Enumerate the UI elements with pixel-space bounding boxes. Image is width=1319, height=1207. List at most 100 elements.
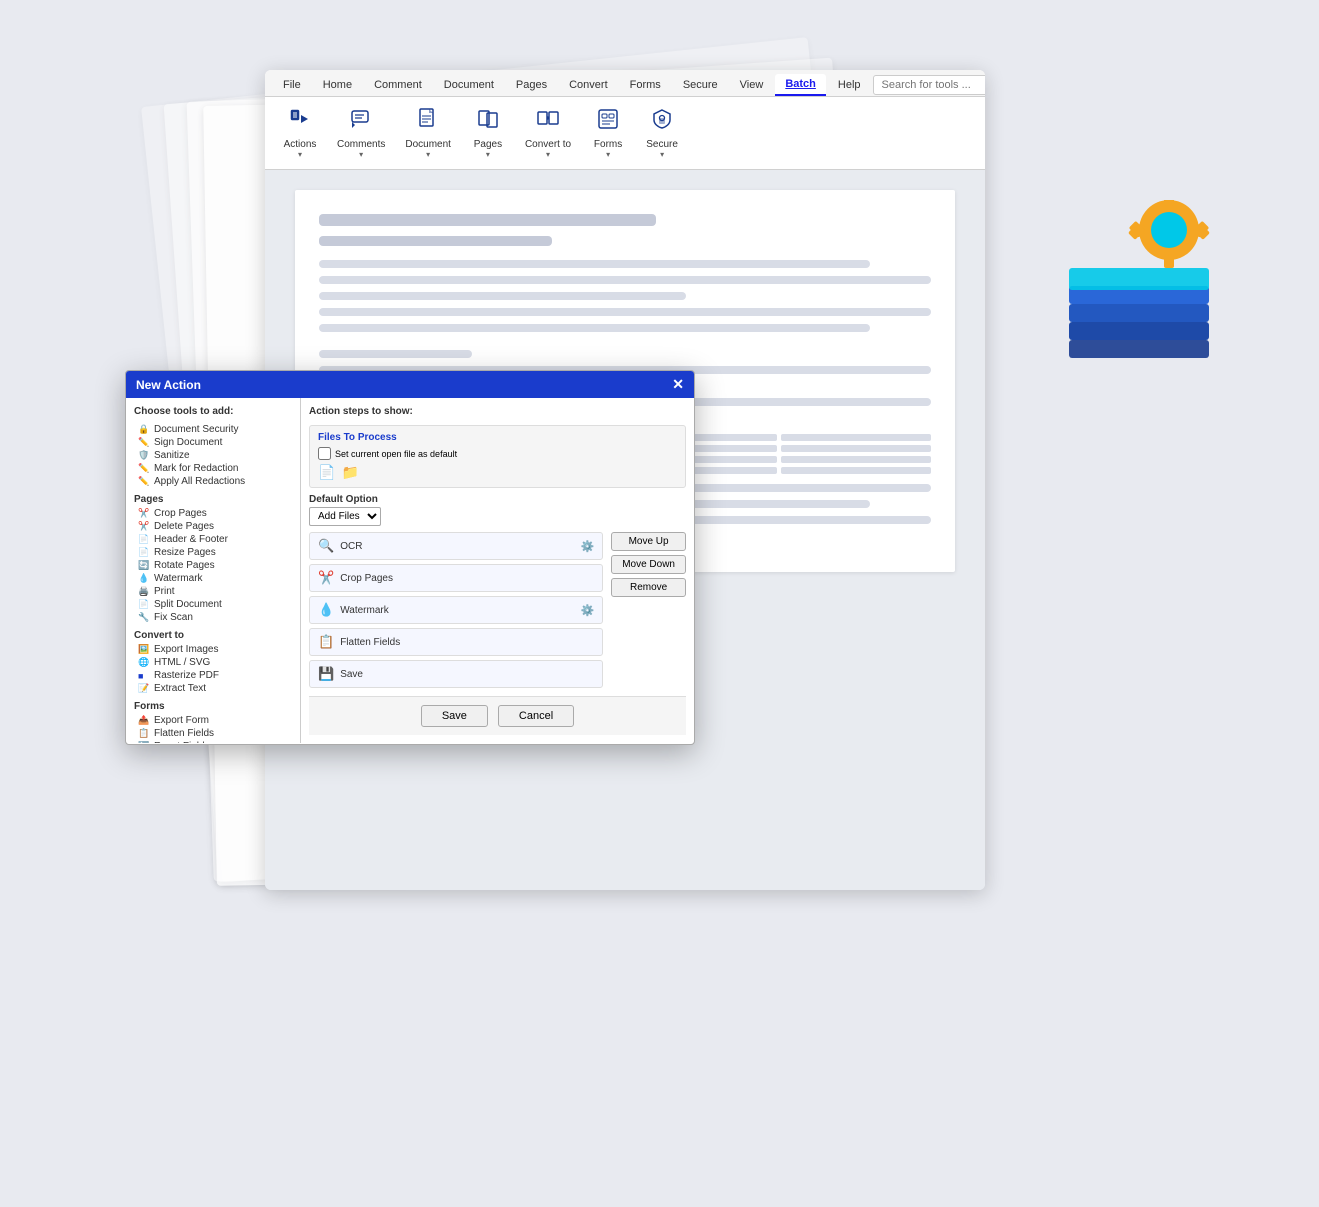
move-down-button[interactable]: Move Down [611, 555, 686, 574]
tool-item-reset-fields[interactable]: 🔄 Reset Fields [134, 740, 292, 743]
doc-line-6 [319, 350, 472, 358]
html-svg-icon: 🌐 [138, 657, 150, 668]
remove-button[interactable]: Remove [611, 578, 686, 597]
tab-forms[interactable]: Forms [620, 75, 671, 95]
tab-pages[interactable]: Pages [506, 75, 557, 95]
tab-convert[interactable]: Convert [559, 75, 618, 95]
tool-document[interactable]: Document ▾ [397, 103, 459, 163]
tab-comment[interactable]: Comment [364, 75, 432, 95]
move-up-button[interactable]: Move Up [611, 532, 686, 551]
tool-item-rotate-pages[interactable]: 🔄 Rotate Pages [134, 559, 292, 572]
tool-item-delete-pages[interactable]: ✂️ Delete Pages [134, 520, 292, 533]
tool-actions[interactable]: Actions ▾ [275, 103, 325, 163]
rotate-pages-icon: 🔄 [138, 560, 150, 571]
category-forms: Forms [134, 701, 292, 712]
action-step-watermark[interactable]: 💧 Watermark ⚙️ [309, 596, 603, 624]
extract-text-icon: 📝 [138, 683, 150, 694]
tool-item-extract-text[interactable]: 📝 Extract Text [134, 682, 292, 695]
tab-secure[interactable]: Secure [673, 75, 728, 95]
convert-chevron: ▾ [546, 150, 550, 159]
ocr-label: OCR [340, 541, 574, 552]
dialog-cancel-button[interactable]: Cancel [498, 705, 574, 727]
sign-doc-icon: ✏️ [138, 437, 150, 448]
forms-label: Forms [594, 139, 622, 150]
set-current-file-checkbox[interactable] [318, 447, 331, 460]
doc-line-4 [319, 308, 931, 316]
tool-item-fix-scan[interactable]: 🔧 Fix Scan [134, 611, 292, 624]
steps-list: 🔍 OCR ⚙️ ✂️ Crop Pages 💧 Watermark ⚙️ [309, 532, 603, 696]
save-step-label: Save [340, 669, 594, 680]
action-step-flatten-fields[interactable]: 📋 Flatten Fields [309, 628, 603, 656]
forms-icon [596, 107, 620, 137]
pages-chevron: ▾ [486, 150, 490, 159]
sanitize-icon: 🛡️ [138, 450, 150, 461]
flatten-step-label: Flatten Fields [340, 637, 594, 648]
action-step-crop-pages[interactable]: ✂️ Crop Pages [309, 564, 603, 592]
tool-item-print[interactable]: 🖨️ Print [134, 585, 292, 598]
resize-pages-icon: 📄 [138, 547, 150, 558]
pages-icon [476, 107, 500, 137]
default-option-select[interactable]: Add Files [309, 507, 381, 526]
ribbon: File Home Comment Document Pages Convert… [265, 70, 985, 170]
set-current-file-row: Set current open file as default [318, 447, 677, 460]
secure-icon [650, 107, 674, 137]
doc-security-icon: 🔒 [138, 424, 150, 435]
tab-help[interactable]: Help [828, 75, 871, 95]
tool-item-header-footer[interactable]: 📄 Header & Footer [134, 533, 292, 546]
tab-batch[interactable]: Batch [775, 74, 826, 96]
tab-home[interactable]: Home [313, 75, 362, 95]
comments-label: Comments [337, 139, 385, 150]
tool-convert-to[interactable]: Convert to ▾ [517, 103, 579, 163]
actions-chevron: ▾ [298, 150, 302, 159]
tool-item-flatten-fields[interactable]: 📋 Flatten Fields [134, 727, 292, 740]
actions-icon [288, 107, 312, 137]
tool-item-export-form[interactable]: 📤 Export Form [134, 714, 292, 727]
dialog-save-button[interactable]: Save [421, 705, 488, 727]
default-option-container: Default Option Add Files [309, 494, 686, 526]
print-icon: 🖨️ [138, 586, 150, 597]
dialog-title: New Action [136, 378, 201, 392]
tool-item-resize-pages[interactable]: 📄 Resize Pages [134, 546, 292, 559]
document-icon [416, 107, 440, 137]
tool-pages[interactable]: Pages ▾ [463, 103, 513, 163]
tool-secure[interactable]: Secure ▾ [637, 103, 687, 163]
action-step-save[interactable]: 💾 Save [309, 660, 603, 688]
crop-pages-icon: ✂️ [138, 508, 150, 519]
dialog-title-bar: New Action ✕ [126, 371, 694, 398]
tool-item-export-images[interactable]: 🖼️ Export Images [134, 643, 292, 656]
document-chevron: ▾ [426, 150, 430, 159]
tab-view[interactable]: View [730, 75, 774, 95]
ribbon-search-input[interactable] [873, 75, 985, 95]
tool-item-crop-pages[interactable]: ✂️ Crop Pages [134, 507, 292, 520]
tool-item-html-svg[interactable]: 🌐 HTML / SVG [134, 656, 292, 669]
tool-forms[interactable]: Forms ▾ [583, 103, 633, 163]
watermark-step-icon: 💧 [318, 602, 334, 618]
tab-file[interactable]: File [273, 75, 311, 95]
tool-item-doc-security[interactable]: 🔒 Document Security [134, 423, 292, 436]
tool-item-sign-doc[interactable]: ✏️ Sign Document [134, 436, 292, 449]
tool-item-watermark[interactable]: 💧 Watermark [134, 572, 292, 585]
reset-fields-icon: 🔄 [138, 741, 150, 743]
watermark-gear-icon: ⚙️ [580, 604, 594, 617]
tools-panel: Choose tools to add: 🔒 Document Security… [126, 398, 301, 743]
comments-chevron: ▾ [359, 150, 363, 159]
tool-item-apply-redactions[interactable]: ✏️ Apply All Redactions [134, 475, 292, 488]
tool-item-split-document[interactable]: 📄 Split Document [134, 598, 292, 611]
tool-item-rasterize-pdf[interactable]: ■ Rasterize PDF [134, 669, 292, 682]
tool-item-mark-redaction[interactable]: ✏️ Mark for Redaction [134, 462, 292, 475]
pages-label: Pages [474, 139, 502, 150]
steps-panel: Action steps to show: Files To Process S… [301, 398, 694, 743]
set-current-file-label: Set current open file as default [335, 449, 457, 459]
category-pages: Pages [134, 494, 292, 505]
watermark-step-label: Watermark [340, 605, 574, 616]
doc-line-subtitle [319, 236, 552, 246]
tool-comments[interactable]: Comments ▾ [329, 103, 393, 163]
tab-document[interactable]: Document [434, 75, 504, 95]
action-step-ocr[interactable]: 🔍 OCR ⚙️ [309, 532, 603, 560]
tool-item-sanitize[interactable]: 🛡️ Sanitize [134, 449, 292, 462]
export-images-icon: 🖼️ [138, 644, 150, 655]
dialog-close-button[interactable]: ✕ [672, 376, 684, 393]
rasterize-pdf-icon: ■ [138, 671, 150, 681]
steps-panel-title: Action steps to show: [309, 406, 686, 417]
files-to-process-section: Files To Process Set current open file a… [309, 425, 686, 488]
